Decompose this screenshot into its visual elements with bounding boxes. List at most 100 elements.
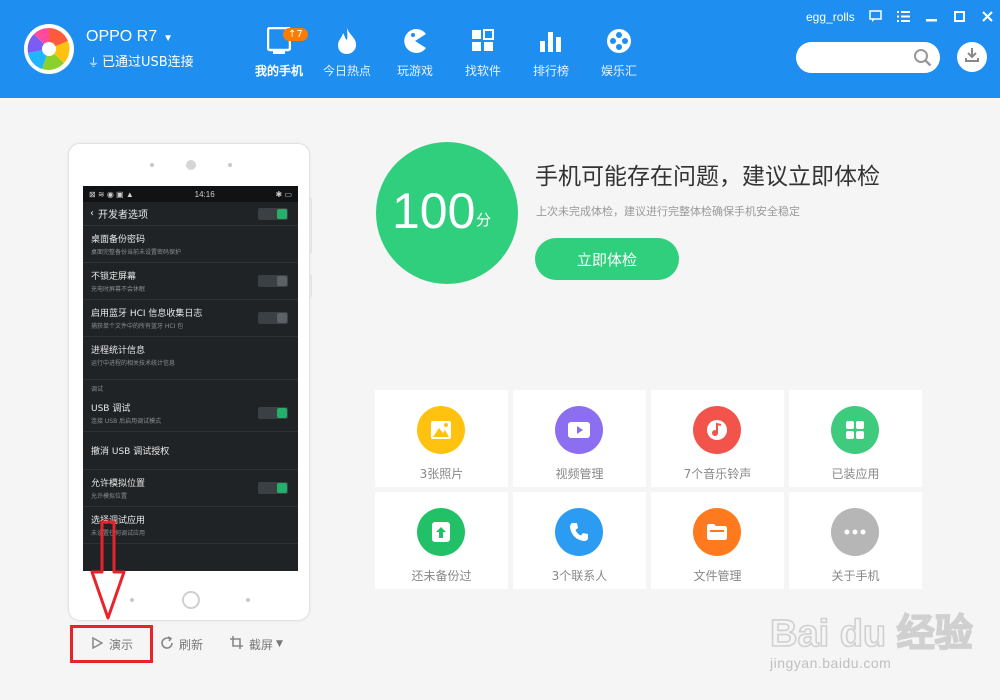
download-icon [964, 47, 980, 67]
watermark-url: jingyan.baidu.com [770, 655, 892, 671]
device-selector[interactable]: OPPO R7 ▼ [86, 28, 173, 46]
phone-screen-mirror[interactable]: ⊠ ≋ ◉ ▣ ▲ 14:16 ✱ ▭ ‹ 开发者选项 桌面备份密码 桌面完整备… [83, 186, 298, 571]
tile-label: 视频管理 [555, 467, 604, 481]
more-icon [831, 508, 879, 556]
toggle-switch [258, 312, 288, 324]
nav-label: 今日热点 [322, 64, 371, 78]
nav-label: 我的手机 [254, 64, 303, 78]
minimize-icon[interactable] [922, 8, 940, 24]
list-item: 进程统计信息 运行中进程的相关技术统计信息 [83, 337, 298, 380]
tile-backup[interactable]: 还未备份过 [375, 492, 508, 589]
tile-label: 3张照片 [419, 467, 464, 481]
health-subline: 上次未完成体检，建议进行完整体检确保手机安全稳定 [536, 205, 800, 218]
tile-label: 关于手机 [831, 569, 880, 583]
phone-back-key [246, 598, 250, 602]
section-label: 调试 [91, 386, 104, 393]
refresh-button[interactable]: 刷新 [160, 632, 203, 656]
main-nav: ↑7 我的手机 今日热点 玩游戏 找软件 排行榜 娱乐汇 [245, 24, 653, 84]
health-score-value: 100 [392, 183, 476, 239]
phone-sensor [150, 163, 154, 167]
download-manager-button[interactable] [957, 42, 987, 72]
tile-music[interactable]: 7个音乐铃声 [651, 390, 784, 487]
tile-about-phone[interactable]: 关于手机 [789, 492, 922, 589]
health-score-circle: 100 分 [376, 142, 518, 284]
health-score-unit: 分 [476, 211, 492, 229]
maximize-icon[interactable] [950, 8, 968, 24]
tile-installed-apps[interactable]: 已装应用 [789, 390, 922, 487]
usb-status-text: 已通过USB连接 [102, 55, 194, 70]
apps-icon [449, 24, 517, 58]
nav-label: 排行榜 [532, 64, 569, 78]
phone-screen-title: 开发者选项 [98, 210, 148, 221]
installed-apps-icon [831, 406, 879, 454]
tile-photos[interactable]: 3张照片 [375, 390, 508, 487]
phone-home-button [182, 591, 200, 609]
tile-file-manager[interactable]: 文件管理 [651, 492, 784, 589]
folder-icon [693, 508, 741, 556]
app-logo-icon [24, 24, 74, 74]
red-arrow-annotation [90, 520, 126, 620]
tile-label: 还未备份过 [411, 569, 472, 583]
close-icon[interactable] [978, 8, 996, 24]
phone-status-bar: ⊠ ≋ ◉ ▣ ▲ 14:16 ✱ ▭ [83, 186, 298, 202]
device-name: OPPO R7 [86, 28, 158, 45]
backup-icon [417, 508, 465, 556]
baidu-watermark-logo: Bai du 经验 [770, 612, 973, 656]
phone-camera [186, 160, 196, 170]
back-icon: ‹ [90, 208, 94, 219]
nav-entertainment[interactable]: 娱乐汇 [585, 24, 653, 84]
phone-sensor [228, 163, 232, 167]
film-reel-icon [585, 24, 653, 58]
tile-contacts[interactable]: 3个联系人 [513, 492, 646, 589]
username[interactable]: egg_rolls [806, 10, 855, 24]
list-item: USB 调试 连接 USB 后启用调试模式 [83, 395, 298, 432]
tile-label: 3个联系人 [551, 569, 608, 583]
nav-find-apps[interactable]: 找软件 [449, 24, 517, 84]
nav-ranking[interactable]: 排行榜 [517, 24, 585, 84]
screenshot-button[interactable]: 截屏 ▼ [229, 632, 283, 656]
phone-clock: 14:16 [194, 189, 215, 199]
tile-videos[interactable]: 视频管理 [513, 390, 646, 487]
nav-label: 找软件 [464, 64, 501, 78]
nav-games[interactable]: 玩游戏 [381, 24, 449, 84]
check-now-button[interactable]: 立即体检 [535, 238, 679, 280]
contacts-icon [555, 508, 603, 556]
red-highlight-box [70, 625, 153, 663]
developer-options-switch [258, 208, 288, 220]
health-headline: 手机可能存在问题，建议立即体检 [535, 164, 880, 190]
ranking-icon [517, 24, 585, 58]
list-item: 桌面备份密码 桌面完整备份当前未设置密码保护 [83, 226, 298, 263]
svg-text:Bai du 经验: Bai du 经验 [770, 613, 973, 655]
music-icon [693, 406, 741, 454]
list-item: 撤消 USB 调试授权 [83, 432, 298, 470]
search-input[interactable] [796, 42, 940, 73]
phone-volume-key [309, 198, 312, 253]
crop-icon [229, 635, 244, 653]
tile-label: 已装应用 [831, 467, 880, 481]
tile-label: 文件管理 [693, 569, 742, 583]
flame-icon [313, 24, 381, 58]
usb-plug-icon: ⏚ [88, 56, 99, 69]
menu-icon[interactable] [894, 8, 912, 24]
nav-my-phone[interactable]: ↑7 我的手机 [245, 24, 313, 84]
list-item: 不锁定屏幕 充电时屏幕不会休眠 [83, 263, 298, 300]
nav-label: 娱乐汇 [600, 64, 637, 78]
nav-hot-today[interactable]: 今日热点 [313, 24, 381, 84]
search-icon[interactable] [913, 48, 932, 71]
toggle-switch [258, 407, 288, 419]
usb-status: ⏚ 已通过USB连接 [88, 51, 194, 70]
chevron-down-icon: ▼ [163, 33, 174, 44]
refresh-icon [160, 635, 174, 653]
list-item: 允许模拟位置 允许模拟位置 [83, 470, 298, 507]
feedback-icon[interactable] [866, 8, 884, 24]
window-controls [866, 8, 996, 24]
chevron-down-icon: ▼ [276, 639, 283, 649]
toggle-switch [258, 482, 288, 494]
toggle-switch [258, 275, 288, 287]
phone-menu-key [130, 598, 134, 602]
tile-label: 7个音乐铃声 [683, 467, 752, 481]
phone-screen-header: ‹ 开发者选项 [83, 202, 298, 226]
photo-icon [417, 406, 465, 454]
nav-label: 玩游戏 [396, 64, 433, 78]
refresh-label: 刷新 [179, 637, 204, 652]
